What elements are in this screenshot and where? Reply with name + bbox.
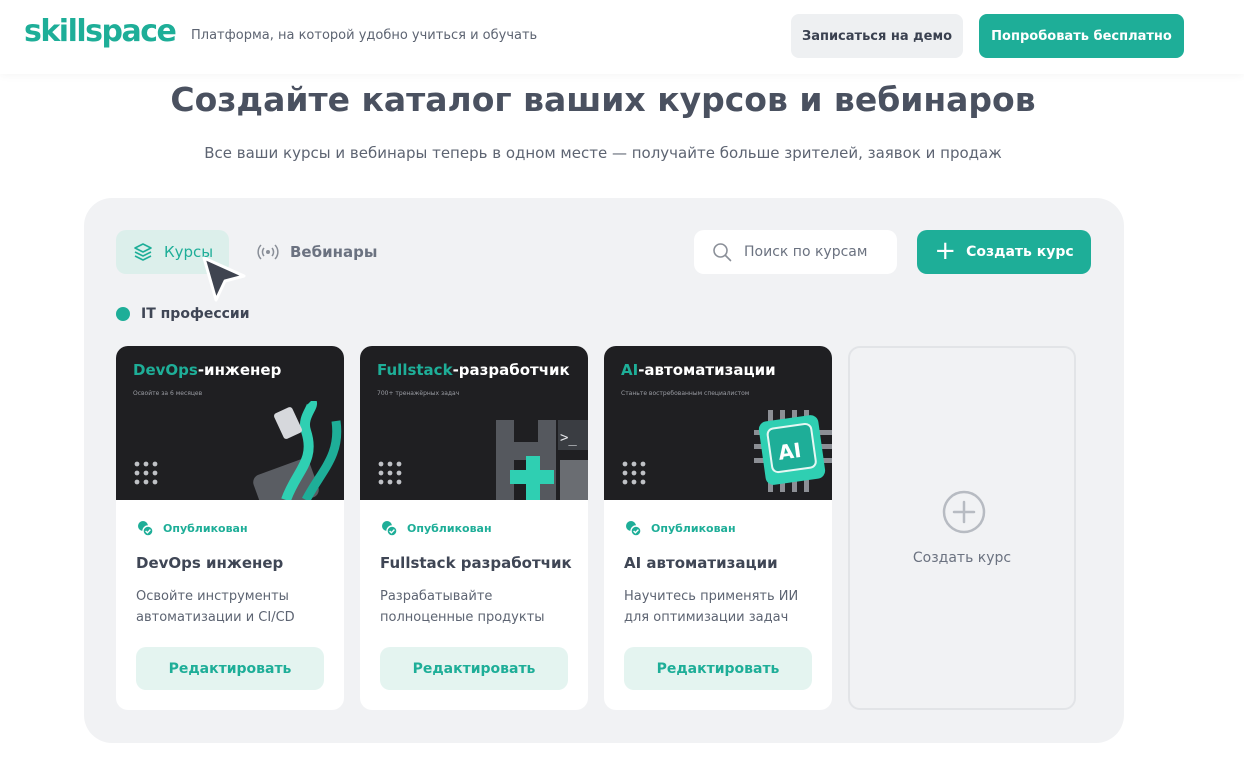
course-title: AI автоматизации — [624, 554, 778, 572]
broadcast-icon — [257, 244, 279, 260]
tab-webinars-label: Вебинары — [290, 243, 378, 261]
skillspace-logo[interactable]: skillspace — [24, 14, 177, 49]
edit-course-button[interactable]: Редактировать — [380, 647, 568, 690]
svg-text:AI: AI — [777, 438, 803, 465]
published-icon — [138, 521, 154, 536]
brand-mark-icon — [378, 461, 402, 485]
category-dot-icon — [116, 307, 130, 321]
top-navigation-bar: skillspace Платформа, на которой удобно … — [0, 0, 1244, 74]
plus-circle-icon — [942, 490, 986, 534]
cover-subtitle: Освойте за 6 месяцев — [133, 390, 203, 397]
brand-mark-icon — [622, 461, 646, 485]
create-course-card[interactable]: Создать курс — [848, 346, 1076, 710]
ai-chip-illustration: AI — [754, 410, 832, 492]
tab-webinars[interactable]: Вебинары — [256, 230, 377, 274]
course-description: Научитесь применять ИИ для оптимизации з… — [624, 589, 799, 625]
edit-course-button[interactable]: Редактировать — [136, 647, 324, 690]
layers-icon — [134, 243, 152, 261]
course-card[interactable]: DevOps-инженер Освойте за 6 месяцев Опуб… — [116, 346, 344, 710]
create-course-button[interactable]: + Создать курс — [917, 230, 1091, 274]
svg-text:>_: >_ — [560, 430, 577, 446]
create-course-card-label: Создать курс — [912, 550, 1012, 566]
course-cover-image: Fullstack-разработчик 700+ тренажёрных з… — [360, 346, 588, 500]
published-icon — [626, 521, 642, 536]
status-badge: Опубликован — [380, 520, 492, 536]
page-title: Создайте каталог ваших курсов и вебинаро… — [170, 80, 1036, 119]
course-description: Разрабатывайте полноценные продукты — [380, 589, 545, 625]
page-subtitle: Все ваши курсы и вебинары теперь в одном… — [204, 144, 1002, 162]
try-free-button[interactable]: Попробовать бесплатно — [979, 14, 1184, 58]
course-search[interactable] — [694, 230, 897, 274]
mouse-cursor-icon — [202, 256, 246, 302]
course-card[interactable]: AI-автоматизации Станьте востребованным … — [604, 346, 832, 710]
cover-title: DevOps-инженер — [133, 361, 282, 379]
status-badge: Опубликован — [624, 520, 736, 536]
book-demo-button[interactable]: Записаться на демо — [791, 14, 963, 58]
course-title: DevOps инженер — [136, 554, 284, 572]
published-icon — [382, 521, 398, 536]
header-tagline: Платформа, на которой удобно учиться и о… — [191, 28, 538, 43]
create-course-label: Создать курс — [966, 244, 1074, 260]
network-cable-illustration — [253, 401, 342, 500]
course-description: Освойте инструменты автоматизации и CI/C… — [136, 589, 295, 625]
cover-subtitle: 700+ тренажёрных задач — [377, 390, 460, 397]
cover-title: Fullstack-разработчик — [377, 361, 570, 379]
search-input[interactable] — [744, 244, 884, 260]
cover-title: AI-автоматизации — [621, 361, 776, 379]
category-heading: IT профессии — [116, 306, 250, 322]
search-icon — [713, 243, 732, 262]
status-badge: Опубликован — [136, 520, 248, 536]
category-label: IT профессии — [141, 306, 250, 322]
course-title: Fullstack разработчик — [380, 554, 572, 572]
cover-subtitle: Станьте востребованным специалистом — [621, 390, 750, 397]
edit-course-button[interactable]: Редактировать — [624, 647, 812, 690]
course-cover-image: AI-автоматизации Станьте востребованным … — [604, 346, 832, 500]
brand-mark-icon — [134, 461, 158, 485]
plus-icon: + — [934, 235, 957, 266]
code-blocks-illustration: >_ — [496, 420, 588, 500]
course-cover-image: DevOps-инженер Освойте за 6 месяцев — [116, 346, 344, 500]
course-card[interactable]: Fullstack-разработчик 700+ тренажёрных з… — [360, 346, 588, 710]
